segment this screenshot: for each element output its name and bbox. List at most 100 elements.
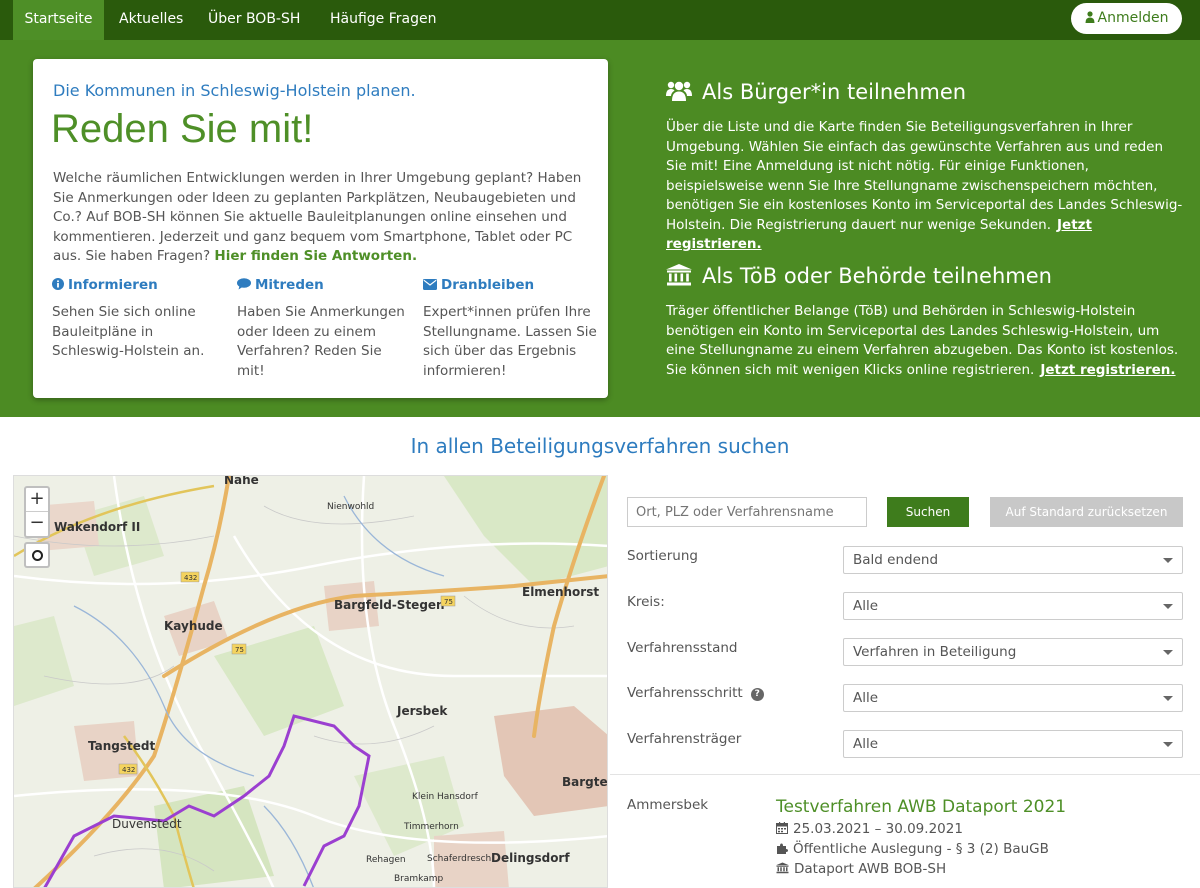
filter-label-verfahrenstraeger: Verfahrensträger	[627, 731, 742, 747]
select-sortierung[interactable]: Bald endend	[843, 546, 1183, 574]
result-date: 25.03.2021 – 30.09.2021	[776, 821, 963, 837]
place-label: Wakendorf II	[54, 520, 140, 534]
locate-button[interactable]	[24, 542, 50, 568]
feature-head: Mitreden	[237, 277, 412, 297]
nav-haeufige-fragen[interactable]: Häufige Fragen	[330, 0, 437, 40]
select-value: Bald endend	[853, 552, 939, 568]
select-value: Alle	[853, 690, 879, 706]
reset-button[interactable]: Auf Standard zurücksetzen	[990, 497, 1183, 527]
place-label: Timmerhorn	[403, 822, 459, 832]
faq-link[interactable]: Hier finden Sie Antworten.	[214, 248, 417, 264]
citizen-body: Über die Liste und die Karte finden Sie …	[666, 119, 1183, 233]
institution-icon	[776, 862, 789, 874]
search-input[interactable]	[627, 497, 867, 527]
select-value: Verfahren in Beteiligung	[853, 644, 1017, 660]
feature-text: Expert*innen prüfen Ihre Stellungname. L…	[423, 304, 597, 379]
select-verfahrensschritt[interactable]: Alle	[843, 684, 1183, 712]
user-icon	[1085, 11, 1095, 23]
road-number: 432	[184, 574, 197, 582]
feature-mitreden: Mitreden Haben Sie Anmerkungen oder Idee…	[237, 277, 412, 381]
divider	[610, 774, 1200, 775]
zoom-in-button[interactable]: +	[26, 488, 48, 512]
locate-icon	[32, 550, 43, 561]
caret-down-icon	[1163, 650, 1173, 655]
authority-register-link[interactable]: Jetzt registrieren.	[1040, 362, 1175, 378]
filter-label-sortierung: Sortierung	[627, 548, 698, 564]
place-label: Klein Hansdorf	[412, 792, 479, 802]
result-kreis: Ammersbek	[627, 797, 709, 813]
result-date-text: 25.03.2021 – 30.09.2021	[793, 821, 963, 837]
calendar-icon	[776, 822, 788, 834]
road-number: 75	[444, 598, 453, 606]
place-label: Bargteh	[562, 775, 608, 789]
caret-down-icon	[1163, 742, 1173, 747]
feature-head: Dranbleiben	[423, 277, 598, 297]
result-owner: Dataport AWB BOB-SH	[776, 861, 946, 877]
authority-section: Als TöB oder Behörde teilnehmen Träger ö…	[666, 264, 1186, 380]
place-label: Bramkamp	[394, 874, 443, 884]
citizen-section: Als Bürger*in teilnehmen Über die Liste …	[666, 80, 1186, 255]
comment-icon	[237, 278, 251, 290]
place-label: Jersbek	[396, 704, 448, 718]
institution-icon	[666, 264, 692, 286]
intro-kicker: Die Kommunen in Schleswig-Holstein plane…	[53, 81, 416, 100]
place-label: Schaferdresch	[427, 854, 491, 864]
caret-down-icon	[1163, 604, 1173, 609]
result-step: Öffentliche Auslegung - § 3 (2) BauGB	[776, 841, 1049, 857]
result-step-text: Öffentliche Auslegung - § 3 (2) BauGB	[793, 841, 1049, 857]
place-label: Duvenstedt	[112, 817, 182, 831]
authority-text: Träger öffentlicher Belange (TöB) und Be…	[666, 302, 1186, 380]
envelope-icon	[423, 279, 437, 290]
filter-label-kreis: Kreis:	[627, 594, 665, 610]
select-verfahrensstand[interactable]: Verfahren in Beteiligung	[843, 638, 1183, 666]
road-number: 432	[122, 766, 135, 774]
login-button[interactable]: Anmelden	[1071, 3, 1182, 34]
feature-title: Dranbleiben	[441, 277, 535, 293]
search-button[interactable]: Suchen	[887, 497, 969, 527]
authority-title-text: Als TöB oder Behörde teilnehmen	[702, 264, 1052, 288]
question-icon[interactable]: ?	[750, 688, 764, 701]
zoom-out-button[interactable]: −	[26, 512, 48, 536]
search-section-title: In allen Beteiligungsverfahren suchen	[410, 434, 790, 458]
caret-down-icon	[1163, 696, 1173, 701]
result-owner-text: Dataport AWB BOB-SH	[794, 861, 947, 877]
info-icon	[52, 278, 64, 290]
place-label: Nienwohld	[327, 502, 374, 512]
feature-informieren: Informieren Sehen Sie sich online Baulei…	[52, 277, 227, 362]
users-icon	[666, 81, 692, 101]
puzzle-icon	[777, 843, 788, 854]
citizen-text: Über die Liste und die Karte finden Sie …	[666, 118, 1186, 255]
place-label: Tangstedt	[88, 739, 155, 753]
hero-section: Die Kommunen in Schleswig-Holstein plane…	[0, 40, 1200, 417]
intro-title: Reden Sie mit!	[51, 107, 314, 151]
authority-title: Als TöB oder Behörde teilnehmen	[666, 264, 1186, 294]
filter-label-verfahrensschritt: Verfahrensschritt?	[627, 685, 764, 701]
place-label: Bargfeld-Stegen	[334, 598, 445, 612]
citizen-title: Als Bürger*in teilnehmen	[666, 80, 1186, 110]
feature-title: Mitreden	[255, 277, 324, 293]
select-verfahrenstraeger[interactable]: Alle	[843, 730, 1183, 758]
road-number: 75	[235, 646, 244, 654]
feature-dranbleiben: Dranbleiben Expert*innen prüfen Ihre Ste…	[423, 277, 598, 381]
select-value: Alle	[853, 598, 879, 614]
filter-panel: Suchen Auf Standard zurücksetzen Sortier…	[610, 475, 1200, 888]
map-view[interactable]: Nahe Wakendorf II Nienwohld Kayhude Barg…	[13, 475, 608, 888]
intro-text: Welche räumlichen Entwicklungen werden i…	[53, 169, 588, 267]
feature-text: Haben Sie Anmerkungen oder Ideen zu eine…	[237, 304, 405, 379]
result-title-link[interactable]: Testverfahren AWB Dataport 2021	[776, 797, 1066, 817]
place-label: Rehagen	[366, 855, 406, 865]
nav-startseite[interactable]: Startseite	[13, 0, 104, 40]
place-label: Nahe	[224, 476, 259, 487]
top-navigation: Startseite Aktuelles Über BOB-SH Häufige…	[0, 0, 1200, 40]
map-canvas: Nahe Wakendorf II Nienwohld Kayhude Barg…	[14, 476, 608, 887]
nav-ueber-bob-sh[interactable]: Über BOB-SH	[208, 0, 300, 40]
nav-aktuelles[interactable]: Aktuelles	[119, 0, 183, 40]
select-kreis[interactable]: Alle	[843, 592, 1183, 620]
caret-down-icon	[1163, 558, 1173, 563]
feature-head: Informieren	[52, 277, 227, 297]
filter-label-verfahrensstand: Verfahrensstand	[627, 640, 738, 656]
place-label: Kayhude	[164, 619, 223, 633]
citizen-title-text: Als Bürger*in teilnehmen	[702, 80, 967, 104]
filter-label-text: Verfahrensschritt	[627, 685, 743, 701]
feature-text: Sehen Sie sich online Bauleitpläne in Sc…	[52, 304, 205, 359]
